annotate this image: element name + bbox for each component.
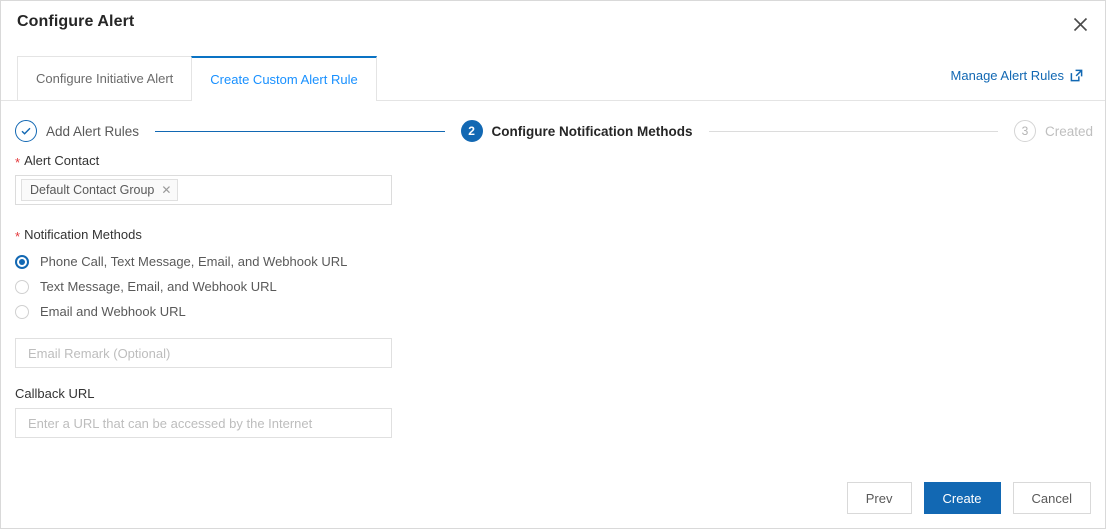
step-add-alert-rules: Add Alert Rules <box>15 120 139 142</box>
step-number-badge: 2 <box>460 120 483 142</box>
manage-alert-rules-link[interactable]: Manage Alert Rules <box>951 68 1083 83</box>
step-created: 3 Created <box>1013 120 1094 142</box>
alert-contact-input[interactable]: Default Contact Group ✕ <box>15 175 392 205</box>
step-label: Created <box>1044 123 1094 139</box>
page-title: Configure Alert <box>17 13 135 30</box>
step-connector-2 <box>708 130 998 132</box>
tab-label: Create Custom Alert Rule <box>210 71 358 87</box>
notification-methods-radio-group: Phone Call, Text Message, Email, and Web… <box>15 249 435 324</box>
radio-option-email-webhook[interactable]: Email and Webhook URL <box>15 299 435 324</box>
radio-option-text-email-webhook[interactable]: Text Message, Email, and Webhook URL <box>15 274 435 299</box>
email-remark-input[interactable] <box>15 338 392 368</box>
contact-tag-label: Default Contact Group <box>30 183 155 197</box>
alert-contact-label-text: Alert Contact <box>24 153 100 168</box>
required-marker: * <box>15 229 21 244</box>
tab-create-custom-alert-rule[interactable]: Create Custom Alert Rule <box>191 56 377 101</box>
notification-methods-label: * Notification Methods <box>15 227 435 244</box>
dialog-header: Configure Alert <box>1 1 1105 49</box>
tag-close-icon[interactable]: ✕ <box>161 184 171 196</box>
radio-label: Phone Call, Text Message, Email, and Web… <box>40 254 348 269</box>
radio-label: Text Message, Email, and Webhook URL <box>40 279 277 294</box>
contact-tag[interactable]: Default Contact Group ✕ <box>21 179 179 201</box>
radio-indicator[interactable] <box>15 254 29 269</box>
step-label: Add Alert Rules <box>46 123 140 139</box>
stepper: Add Alert Rules 2 Configure Notification… <box>1 115 1105 147</box>
step-configure-notification-methods: 2 Configure Notification Methods <box>460 120 693 142</box>
external-link-icon <box>1070 69 1083 82</box>
manage-alert-rules-label: Manage Alert Rules <box>950 68 1064 83</box>
configure-alert-dialog: Configure Alert Configure Initiative Ale… <box>0 0 1106 529</box>
tab-label: Configure Initiative Alert <box>36 71 174 86</box>
step-label: Configure Notification Methods <box>491 123 693 139</box>
callback-url-label-text: Callback URL <box>15 386 95 401</box>
dialog-footer: Prev Create Cancel <box>846 482 1091 514</box>
notification-methods-label-text: Notification Methods <box>24 227 142 242</box>
notification-form: * Alert Contact Default Contact Group ✕ … <box>15 153 435 438</box>
radio-option-phone-text-email-webhook[interactable]: Phone Call, Text Message, Email, and Web… <box>15 249 435 274</box>
radio-indicator[interactable] <box>15 304 29 319</box>
step-connector-1 <box>155 130 445 132</box>
close-icon[interactable] <box>1067 11 1093 37</box>
create-button[interactable]: Create <box>923 482 1001 514</box>
tab-list: Configure Initiative Alert Create Custom… <box>17 56 377 101</box>
callback-url-input[interactable] <box>15 408 392 438</box>
alert-contact-label: * Alert Contact <box>15 153 435 170</box>
check-icon <box>15 120 37 142</box>
step-number-badge: 3 <box>1013 120 1036 142</box>
tab-bar: Configure Initiative Alert Create Custom… <box>1 56 1105 101</box>
cancel-button[interactable]: Cancel <box>1012 482 1091 514</box>
radio-indicator[interactable] <box>15 279 29 294</box>
prev-button[interactable]: Prev <box>846 482 912 514</box>
radio-label: Email and Webhook URL <box>40 304 186 319</box>
required-marker: * <box>15 155 21 170</box>
callback-url-label: Callback URL <box>15 386 435 401</box>
tab-configure-initiative-alert[interactable]: Configure Initiative Alert <box>17 56 193 100</box>
